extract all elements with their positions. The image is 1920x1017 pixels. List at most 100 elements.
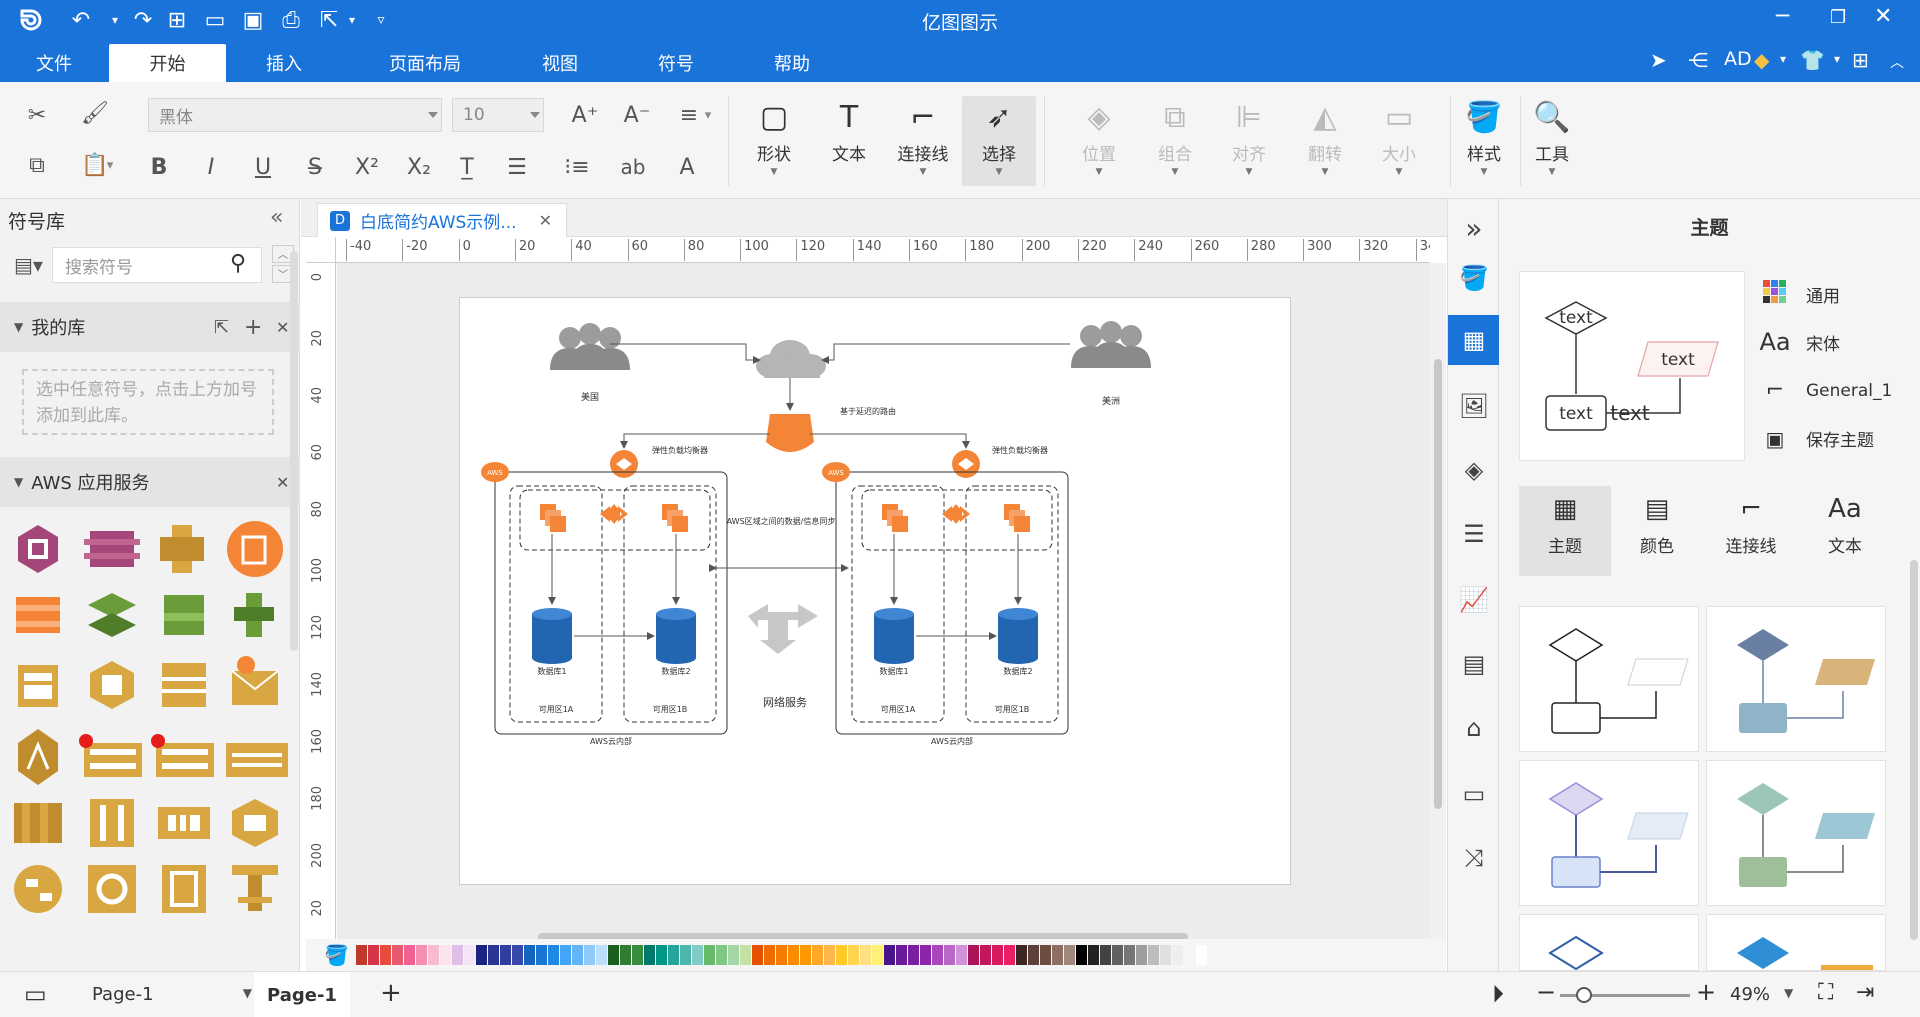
color-swatch[interactable]	[1184, 945, 1195, 965]
font-color-icon[interactable]: A	[670, 150, 704, 184]
color-swatch[interactable]	[836, 945, 847, 965]
group-button[interactable]: ⧉ 组合 ▼	[1138, 96, 1212, 186]
new-file-icon[interactable]: ⊞	[162, 6, 192, 34]
color-swatch[interactable]	[500, 945, 511, 965]
open-folder-icon[interactable]: ▭	[200, 6, 230, 34]
color-swatch[interactable]	[512, 945, 523, 965]
close-tab-icon[interactable]: ✕	[539, 211, 552, 230]
format-painter-icon[interactable]: 🖌	[78, 96, 112, 130]
theme-shirt-icon[interactable]: 👕	[1800, 48, 1825, 72]
color-swatch[interactable]	[812, 945, 823, 965]
theme-card[interactable]	[1519, 760, 1699, 906]
color-swatch[interactable]	[1040, 945, 1051, 965]
color-swatch[interactable]	[908, 945, 919, 965]
share-send-icon[interactable]: ➤	[1650, 48, 1667, 72]
database-icon[interactable]	[656, 608, 696, 664]
zoom-slider[interactable]	[1560, 987, 1690, 1003]
network-service-icon[interactable]	[748, 604, 818, 654]
close-window-icon[interactable]: ✕	[1874, 4, 1892, 29]
text-style-icon[interactable]: T̲	[450, 150, 484, 184]
color-swatch[interactable]	[788, 945, 799, 965]
load-balancer-icon-right[interactable]	[952, 450, 980, 478]
page-selector[interactable]: Page-1 ▼	[92, 984, 252, 1008]
tab-page-layout[interactable]: 页面布局	[370, 44, 480, 82]
user-name[interactable]: AD	[1724, 48, 1752, 70]
tab-view[interactable]: 视图	[520, 44, 600, 82]
color-swatch[interactable]	[1004, 945, 1015, 965]
color-swatch[interactable]	[680, 945, 691, 965]
paste-dropdown-icon[interactable]: ▾	[100, 148, 120, 182]
subtab-color[interactable]: ▤ 颜色	[1611, 486, 1703, 576]
play-presentation-icon[interactable]: ⏵	[1492, 980, 1504, 1008]
color-swatch[interactable]	[1148, 945, 1159, 965]
zoom-level[interactable]: 49%	[1730, 984, 1770, 1005]
color-swatch[interactable]	[1028, 945, 1039, 965]
aws-symbol-cell[interactable]	[14, 865, 62, 913]
aws-symbol-cell[interactable]	[151, 734, 214, 777]
connector-button[interactable]: ⌐ 连接线 ▼	[886, 96, 960, 186]
library-menu-icon[interactable]: ▤▾	[14, 253, 43, 277]
aws-symbol-cell[interactable]	[226, 743, 288, 777]
aws-symbol-cell[interactable]	[232, 799, 278, 847]
apps-grid-icon[interactable]: ⊞	[1852, 48, 1869, 72]
fill-bucket-icon[interactable]: 🪣	[324, 943, 349, 967]
aws-symbol-cell[interactable]	[88, 865, 136, 913]
fit-page-icon[interactable]: ⛶	[1818, 980, 1833, 1005]
ec2-instances-icon[interactable]	[540, 504, 566, 532]
color-swatch[interactable]	[1100, 945, 1111, 965]
color-swatch[interactable]	[1136, 945, 1147, 965]
color-swatch[interactable]	[728, 945, 739, 965]
color-swatch[interactable]	[1124, 945, 1135, 965]
database-icon[interactable]	[532, 608, 572, 664]
bold-icon[interactable]: B	[142, 150, 176, 184]
chart-icon[interactable]: 📈	[1448, 575, 1500, 625]
underline-icon[interactable]: U	[246, 150, 280, 184]
color-swatch[interactable]	[416, 945, 427, 965]
color-swatch[interactable]	[668, 945, 679, 965]
vertical-scrollbar[interactable]	[1430, 263, 1446, 939]
line-spacing-icon[interactable]: ☰	[500, 150, 534, 184]
tab-file[interactable]: 文件	[20, 44, 88, 82]
theme-icon[interactable]: ▦	[1448, 315, 1500, 365]
undo-dropdown-icon[interactable]: ▾	[100, 6, 130, 34]
font-size-dropdown-icon[interactable]	[530, 112, 540, 118]
color-swatch[interactable]	[704, 945, 715, 965]
color-swatch[interactable]	[1112, 945, 1123, 965]
color-swatch[interactable]	[920, 945, 931, 965]
aws-symbol-cell[interactable]	[158, 807, 210, 839]
font-family-dropdown-icon[interactable]	[428, 112, 438, 118]
aws-symbol-cell[interactable]	[20, 947, 270, 971]
tab-help[interactable]: 帮助	[752, 44, 832, 82]
superscript-icon[interactable]: X²	[350, 150, 384, 184]
increase-font-icon[interactable]: A⁺	[568, 98, 602, 132]
color-swatch[interactable]	[716, 945, 727, 965]
users-icon-right[interactable]	[1071, 321, 1151, 368]
color-swatch[interactable]	[884, 945, 895, 965]
close-library-icon[interactable]: ✕	[276, 318, 289, 337]
save-icon[interactable]: ▣	[238, 6, 268, 34]
color-swatch[interactable]	[740, 945, 751, 965]
color-swatch[interactable]	[620, 945, 631, 965]
add-library-icon[interactable]: +	[244, 315, 262, 340]
color-swatch[interactable]	[488, 945, 499, 965]
color-swatch[interactable]	[824, 945, 835, 965]
redo-icon[interactable]: ↷	[128, 6, 158, 34]
vertical-scroll-thumb[interactable]	[1434, 359, 1442, 809]
color-swatch[interactable]	[524, 945, 535, 965]
color-swatch[interactable]	[1196, 945, 1207, 965]
collapse-ribbon-icon[interactable]: ︿	[1890, 52, 1904, 72]
color-swatch[interactable]	[932, 945, 943, 965]
ec2-instances-icon[interactable]	[882, 504, 908, 532]
aws-symbol-cell[interactable]	[88, 593, 136, 637]
color-swatch[interactable]	[944, 945, 955, 965]
close-section-icon[interactable]: ✕	[276, 473, 289, 492]
aws-symbol-cell[interactable]	[18, 729, 58, 785]
print-icon[interactable]: ⎙	[276, 6, 306, 34]
ec2-instances-icon[interactable]	[662, 504, 688, 532]
color-swatch[interactable]	[632, 945, 643, 965]
table-icon[interactable]: ▤	[1448, 639, 1500, 689]
edraw-logo-icon[interactable]	[14, 6, 48, 34]
color-swatch[interactable]	[1160, 945, 1171, 965]
color-swatch[interactable]	[896, 945, 907, 965]
color-swatch[interactable]	[392, 945, 403, 965]
